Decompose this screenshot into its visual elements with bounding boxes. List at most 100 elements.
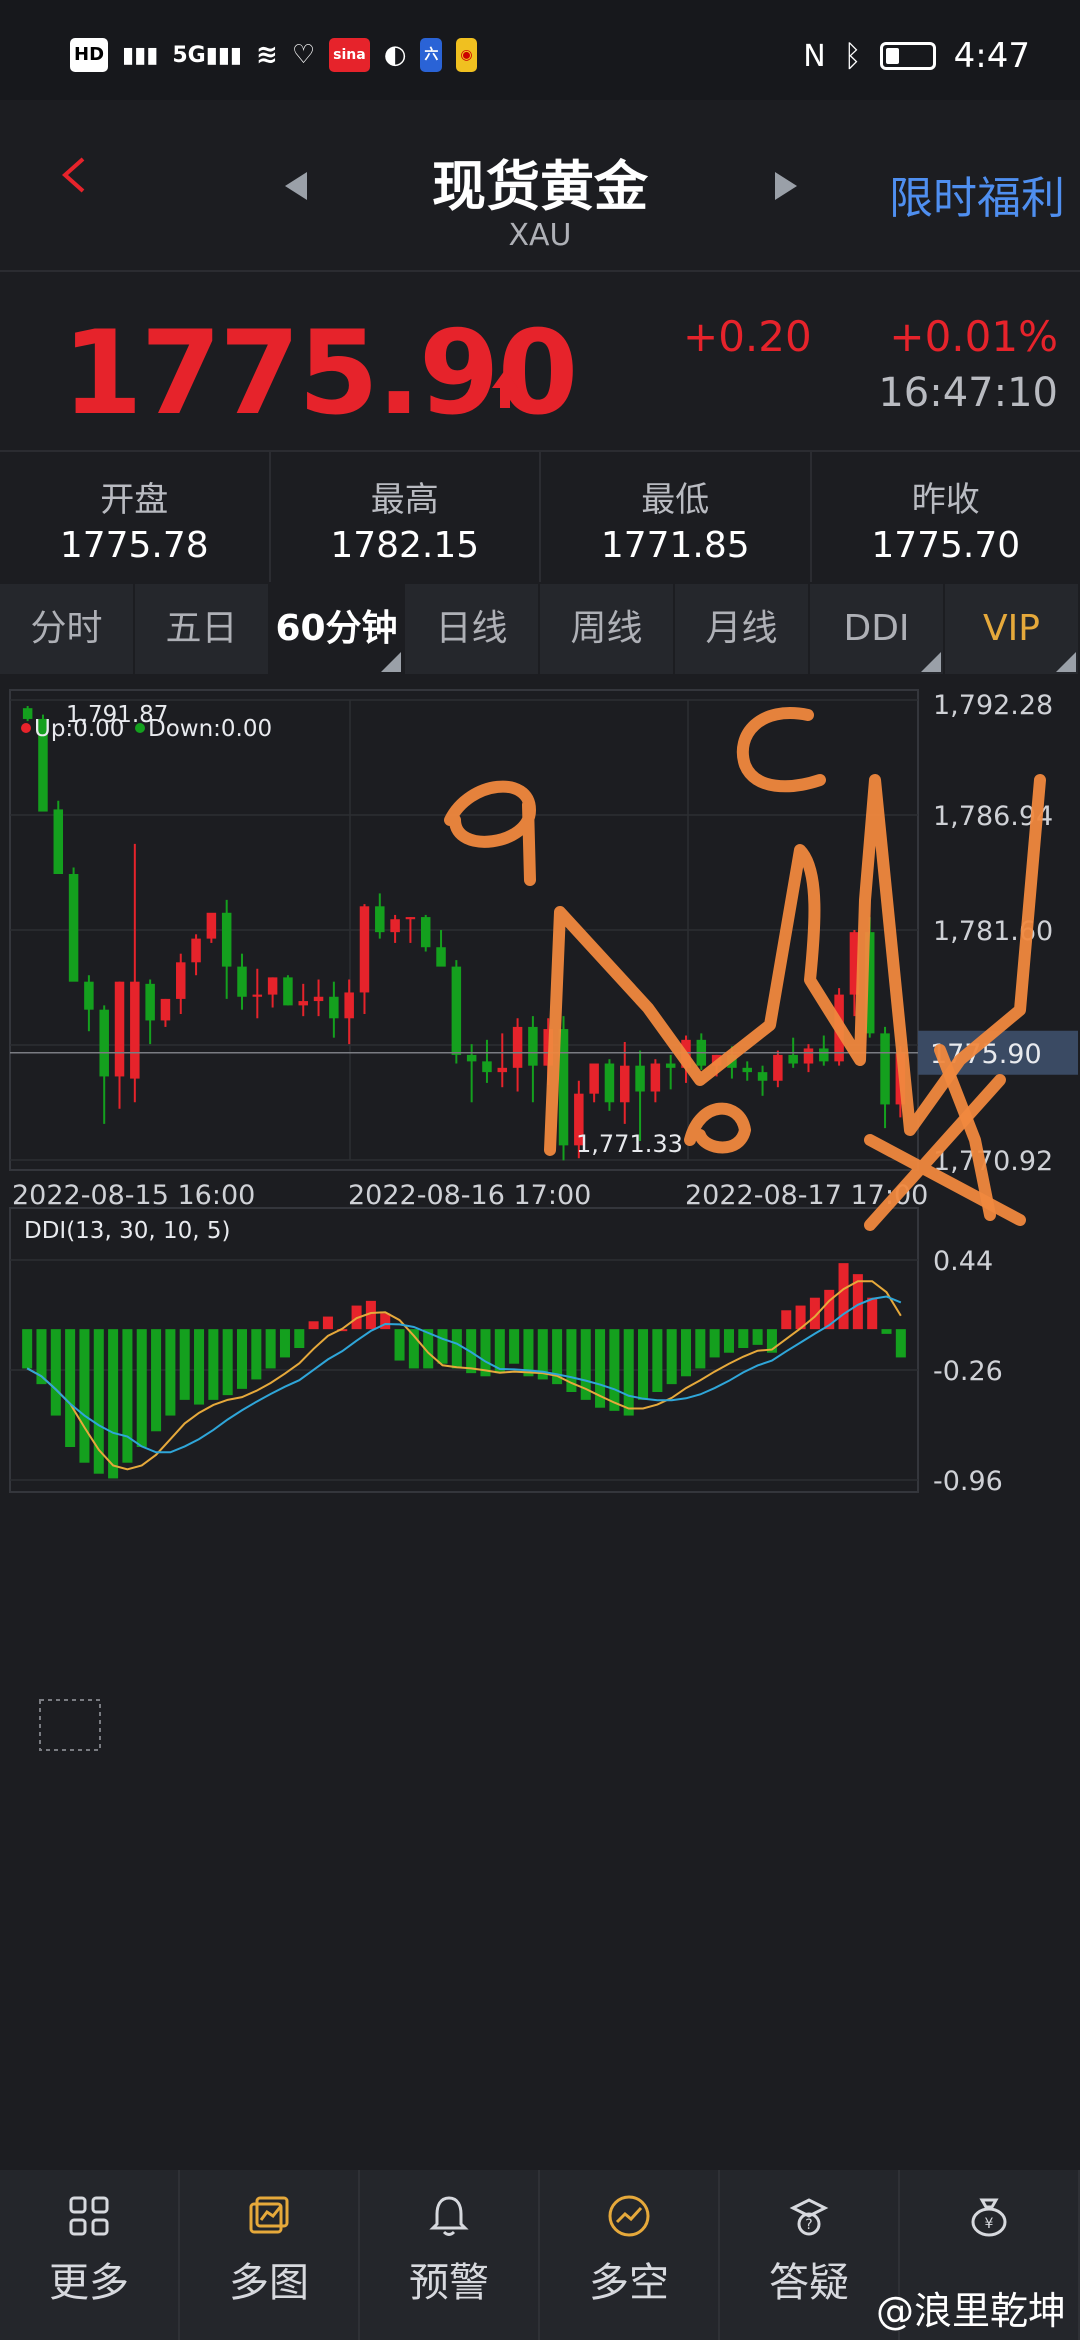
nav-qa[interactable]: ? 答疑 — [720, 2170, 900, 2340]
ddi-bar — [895, 1329, 906, 1358]
header: 现货黄金 XAU 限时福利 — [0, 100, 1080, 272]
multi-chart-icon — [249, 2196, 289, 2234]
hd-icon: HD — [70, 38, 109, 72]
stat-label: 开盘 — [100, 480, 169, 520]
ddi-bar — [509, 1329, 520, 1364]
candle-body — [359, 906, 370, 993]
hand-annotation-stroke — [736, 707, 826, 793]
promo-link[interactable]: 限时福利 — [889, 162, 1065, 226]
ddi-bar — [65, 1329, 76, 1447]
next-instrument-icon[interactable] — [775, 172, 797, 200]
ddi-bar — [93, 1329, 104, 1474]
candle-body — [252, 994, 263, 997]
candle-body — [635, 1065, 645, 1092]
x-tick-label: 2022-08-16 17:00 — [348, 1180, 591, 1211]
bottom-nav: 更多 多图 预警 多空 ? 答疑 ¥ @浪里乾坤 — [0, 2170, 1080, 2340]
stat-label: 最高 — [370, 480, 439, 520]
candlestick-chart[interactable]: 1,792.281,786.941,781.601,776.261,770.92… — [0, 680, 1080, 2170]
signal-icon: ▮▮▮ — [122, 42, 159, 68]
low-label: 1,771.33 — [576, 1130, 683, 1158]
ddi-bar — [394, 1329, 405, 1361]
nav-more[interactable]: 更多 — [0, 2170, 180, 2340]
candle-body — [451, 966, 462, 1055]
ddi-y-tick-label: -0.26 — [933, 1356, 1003, 1387]
wifi-icon: ≋ — [256, 40, 278, 70]
app-icon: 六 — [420, 38, 443, 72]
tab-monthly[interactable]: 月线 — [675, 584, 810, 674]
dropdown-corner-icon — [381, 652, 401, 672]
tab-five-day[interactable]: 五日 — [135, 584, 270, 674]
candle-body — [497, 1067, 508, 1073]
trend-icon — [608, 2195, 650, 2237]
candle-body — [283, 977, 293, 1006]
nav-multi-chart[interactable]: 多图 — [180, 2170, 360, 2340]
grid-icon — [69, 2196, 109, 2236]
ddi-bar — [108, 1329, 119, 1479]
ddi-bar — [151, 1329, 162, 1432]
ddi-label: DDI(13, 30, 10, 5) — [24, 1218, 230, 1244]
ball-icon: ◐ — [383, 40, 407, 70]
candle-body — [482, 1061, 492, 1073]
candle-body — [665, 1063, 676, 1068]
stat-value: 1775.70 — [871, 525, 1021, 566]
candle-body — [191, 938, 201, 963]
candle-body — [773, 1054, 783, 1081]
up-legend-dot — [21, 723, 31, 733]
status-bar: HD ▮▮▮ 5G▮▮▮ ≋ ♡ sina ◐ 六 ◉ N ᛒ 4:47 — [0, 0, 1080, 100]
hand-annotation-stroke — [684, 1102, 751, 1154]
sina-app-icon: sina — [329, 38, 370, 72]
ddi-bar — [666, 1329, 677, 1385]
ddi-bar — [752, 1329, 763, 1345]
candle-body — [620, 1065, 630, 1103]
ddi-bar — [695, 1329, 706, 1369]
ddi-bar — [208, 1329, 219, 1400]
candle-body — [528, 1026, 538, 1066]
tab-ddi[interactable]: DDI — [810, 584, 945, 674]
stat-label: 最低 — [641, 480, 710, 520]
stat-prev-close: 昨收 1775.70 — [812, 452, 1080, 582]
candle-body — [160, 998, 171, 1021]
candle-body — [742, 1067, 752, 1073]
money-bag-icon: ¥ — [971, 2198, 1007, 2237]
ddi-bar — [867, 1297, 878, 1330]
fullscreen-icon[interactable] — [39, 1699, 101, 1751]
bluetooth-icon: ᛒ — [843, 38, 862, 74]
stat-high: 最高 1782.15 — [271, 452, 541, 582]
tab-intraday[interactable]: 分时 — [0, 584, 135, 674]
ddi-bar — [322, 1316, 333, 1330]
candle-body — [313, 996, 324, 1002]
tab-label: 60分钟 — [275, 608, 398, 649]
nav-long-short[interactable]: 多空 — [540, 2170, 720, 2340]
ddi-bar — [709, 1329, 720, 1358]
nav-label: 更多 — [49, 2260, 129, 2306]
watermark: @浪里乾坤 — [875, 2289, 1066, 2333]
tab-daily[interactable]: 日线 — [405, 584, 540, 674]
nav-label: 答疑 — [769, 2260, 849, 2306]
candle-body — [22, 708, 33, 719]
ddi-bar — [881, 1329, 892, 1334]
ddi-bar — [194, 1329, 205, 1405]
ddi-bar — [179, 1329, 190, 1400]
candle-body — [329, 996, 339, 1019]
nav-label: 多空 — [589, 2260, 669, 2306]
candle-body — [589, 1063, 599, 1094]
signal-5g-icon: 5G▮▮▮ — [172, 42, 243, 68]
tab-vip[interactable]: VIP — [945, 584, 1080, 674]
ddi-bar — [265, 1329, 276, 1369]
tab-weekly[interactable]: 周线 — [540, 584, 675, 674]
nav-alert[interactable]: 预警 — [360, 2170, 540, 2340]
dropdown-corner-icon — [1056, 652, 1076, 672]
candle-body — [757, 1072, 768, 1081]
nav-label: 多图 — [229, 2260, 309, 2306]
candle-body — [84, 981, 94, 1010]
y-tick-label: 1,770.92 — [933, 1146, 1053, 1177]
ddi-bar — [308, 1321, 319, 1330]
candle-body — [206, 912, 217, 939]
svg-text:?: ? — [805, 2217, 812, 2233]
svg-text:¥: ¥ — [985, 2216, 994, 2232]
tab-60min[interactable]: 60分钟 — [270, 584, 405, 674]
candle-body — [53, 809, 64, 875]
ddi-bar — [79, 1329, 90, 1463]
ddi-bar — [122, 1329, 133, 1463]
tab-label: DDI — [843, 608, 910, 649]
